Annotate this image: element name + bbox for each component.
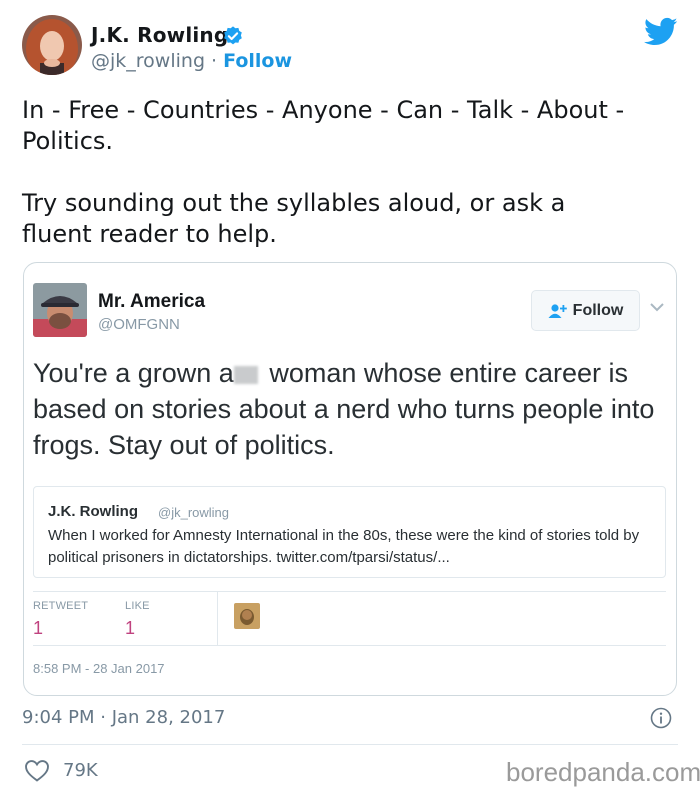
- inner-quote-author-handle: @jk_rowling: [158, 505, 229, 520]
- tweet-like-count: 79K: [63, 760, 98, 781]
- stats-divider-vertical: [217, 591, 218, 645]
- like-label: LIKE: [125, 600, 150, 612]
- footer-divider: [22, 744, 678, 745]
- follow-button-label: Follow: [572, 301, 624, 319]
- quoted-tweet-card[interactable]: Mr. America @OMFGNN Follow You're a grow…: [23, 262, 677, 696]
- inner-quote-text: When I worked for Amnesty International …: [48, 527, 640, 566]
- tweet-text: In - Free - Countries - Anyone - Can - T…: [22, 96, 625, 248]
- watermark: boredpanda.com: [506, 757, 700, 787]
- follow-link[interactable]: Follow: [223, 50, 292, 72]
- stats-divider-bottom: [33, 645, 666, 646]
- tweet-timestamp[interactable]: 9:04 PM · Jan 28, 2017: [22, 707, 225, 728]
- quoted-author-name[interactable]: Mr. America: [98, 291, 205, 313]
- add-user-icon: [548, 303, 567, 318]
- info-icon[interactable]: [650, 707, 672, 729]
- author-handle[interactable]: @jk_rowling: [91, 50, 205, 72]
- stats-divider-top: [33, 591, 666, 592]
- heart-icon[interactable]: [24, 759, 50, 782]
- chevron-down-icon[interactable]: [649, 301, 665, 313]
- retweet-label: RETWEET: [33, 600, 89, 612]
- verified-badge-icon: [224, 26, 242, 45]
- quoted-tweet-text: You're a grown a woman whose entire care…: [33, 355, 663, 463]
- inner-quoted-tweet[interactable]: J.K. Rowling @jk_rowling When I worked f…: [33, 486, 666, 578]
- tweet-embed: J.K. Rowling @jk_rowling · Follow In - F…: [0, 0, 700, 797]
- quoted-text-start: You're a grown a: [33, 358, 234, 388]
- handle-separator: ·: [205, 50, 224, 72]
- quoted-author-avatar[interactable]: [33, 283, 87, 337]
- retweet-count[interactable]: 1: [33, 618, 43, 639]
- author-name[interactable]: J.K. Rowling: [91, 23, 228, 47]
- inner-quote-author-name: J.K. Rowling: [48, 503, 138, 520]
- follow-button[interactable]: Follow: [531, 290, 640, 331]
- quoted-author-handle[interactable]: @OMFGNN: [98, 316, 180, 333]
- twitter-bird-icon[interactable]: [644, 17, 678, 47]
- quoted-tweet-timestamp[interactable]: 8:58 PM - 28 Jan 2017: [33, 661, 165, 676]
- like-count[interactable]: 1: [125, 618, 135, 639]
- redaction-blur: [233, 366, 258, 384]
- liker-avatar[interactable]: [234, 603, 260, 629]
- author-avatar[interactable]: [22, 15, 82, 75]
- author-handle-line: @jk_rowling · Follow: [91, 50, 292, 72]
